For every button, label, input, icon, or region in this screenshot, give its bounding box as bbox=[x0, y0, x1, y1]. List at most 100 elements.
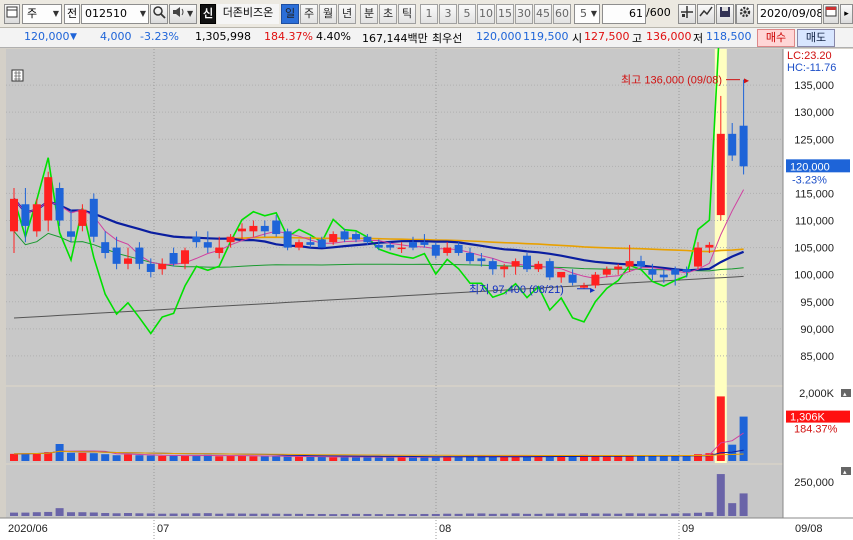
search-icon[interactable] bbox=[150, 4, 168, 24]
amount-bar bbox=[739, 493, 748, 516]
lc-label: LC:23.20 bbox=[787, 50, 832, 62]
panel-settings-icon[interactable] bbox=[11, 69, 24, 82]
amount-bar bbox=[158, 513, 167, 516]
crosshair-icon[interactable] bbox=[678, 4, 696, 24]
amount-bar bbox=[716, 474, 725, 516]
volume-bar bbox=[363, 456, 372, 461]
candle-body bbox=[10, 198, 18, 232]
interval-15-button[interactable]: 15 bbox=[496, 4, 514, 24]
volume-bar bbox=[32, 453, 41, 461]
market-select[interactable]: 전 bbox=[64, 4, 80, 24]
gear-icon[interactable] bbox=[736, 4, 754, 24]
candle-body bbox=[352, 234, 360, 240]
svg-text:▴: ▴ bbox=[843, 468, 847, 476]
x-axis-label: 09 bbox=[682, 523, 694, 535]
candle-body bbox=[386, 244, 395, 248]
period-tick-button[interactable]: 틱 bbox=[398, 4, 416, 24]
amount-bar bbox=[694, 512, 702, 516]
candle-body bbox=[238, 228, 246, 232]
buy-button[interactable]: 매수 bbox=[757, 29, 795, 47]
low-label: 저 bbox=[693, 32, 704, 45]
amount-bar bbox=[295, 513, 303, 516]
period-year-button[interactable]: 년 bbox=[338, 4, 356, 24]
amount-bar bbox=[671, 513, 680, 516]
interval-30-button[interactable]: 30 bbox=[515, 4, 533, 24]
candle-body bbox=[203, 242, 212, 248]
volume-ratio-label: 184.37% bbox=[794, 424, 838, 436]
stock-code-input[interactable]: 012510 ▼ bbox=[81, 4, 149, 24]
chevron-down-icon: ▼ bbox=[139, 9, 146, 18]
price-panel[interactable] bbox=[6, 49, 783, 385]
candle-body bbox=[602, 269, 611, 275]
period-second-button[interactable]: 초 bbox=[379, 4, 397, 24]
stock-chart[interactable]: 135,000 130,000 125,000 120,000 115,000 110,0… bbox=[0, 48, 853, 540]
window-icon[interactable] bbox=[4, 4, 20, 24]
amount-bar bbox=[591, 513, 600, 516]
volume-panel[interactable] bbox=[6, 387, 783, 463]
volume-bar bbox=[158, 455, 167, 461]
speaker-icon[interactable]: ▼ bbox=[169, 4, 197, 24]
amount-bar bbox=[500, 513, 509, 516]
interval-1-button[interactable]: 1 bbox=[420, 4, 438, 24]
volume-bar bbox=[340, 456, 349, 461]
priority-label: 최우선 bbox=[432, 32, 463, 45]
low-annotation: 최저 97,400 (08/21) bbox=[469, 283, 564, 296]
volume-bar bbox=[124, 454, 132, 461]
candle-body bbox=[306, 242, 315, 245]
volume-ratio: 184.37% bbox=[264, 30, 313, 43]
line-chart-icon[interactable] bbox=[697, 4, 715, 24]
interval-10-button[interactable]: 10 bbox=[477, 4, 495, 24]
volume-bar bbox=[135, 455, 144, 461]
volume-bar bbox=[386, 457, 395, 461]
data-count-input[interactable]: 61 bbox=[602, 4, 646, 24]
volume-bar bbox=[409, 457, 417, 461]
period-day-button[interactable]: 일 bbox=[281, 4, 299, 24]
amount-tick-label: 250,000 bbox=[794, 477, 834, 489]
candle-body bbox=[511, 261, 520, 267]
period-select[interactable]: 주 ▼ bbox=[22, 4, 62, 24]
candle-body bbox=[466, 253, 474, 262]
collapse-amount-icon[interactable]: ▴ bbox=[841, 467, 851, 476]
high-label: 고 bbox=[632, 32, 643, 45]
candle-body bbox=[340, 231, 349, 240]
sell-button[interactable]: 매도 bbox=[797, 29, 835, 47]
high-arrow-icon: ▸ bbox=[744, 76, 749, 87]
interval-3-button[interactable]: 3 bbox=[439, 4, 457, 24]
volume-bar bbox=[169, 455, 178, 461]
candle-body bbox=[671, 269, 680, 275]
interval-5-button[interactable]: 5 bbox=[458, 4, 476, 24]
candle-body bbox=[648, 269, 657, 275]
interval-60-button[interactable]: 60 bbox=[553, 4, 571, 24]
amount-bar bbox=[431, 513, 440, 516]
period-minute-button[interactable]: 분 bbox=[360, 4, 378, 24]
candle-body bbox=[682, 269, 691, 272]
more-options-icon[interactable]: ▸ bbox=[840, 4, 853, 24]
candle-body bbox=[580, 285, 588, 288]
amount-panel[interactable] bbox=[6, 465, 783, 518]
volume-bar bbox=[78, 452, 87, 461]
candle-body bbox=[614, 266, 623, 270]
high-annotation: 최고 136,000 (09/08) bbox=[621, 74, 722, 87]
amount-bar bbox=[55, 508, 64, 516]
period-month-button[interactable]: 월 bbox=[319, 4, 337, 24]
candle-body bbox=[545, 261, 554, 278]
open-price: 127,500 bbox=[584, 30, 630, 43]
calendar-icon[interactable] bbox=[823, 4, 839, 24]
amount-bar bbox=[238, 513, 246, 516]
candle-body bbox=[135, 247, 144, 264]
stock-name: 더존비즈온 bbox=[217, 4, 279, 24]
save-icon[interactable] bbox=[716, 4, 734, 24]
period-week-button[interactable]: 주 bbox=[300, 4, 318, 24]
candle-body bbox=[705, 244, 714, 248]
date-input[interactable]: 2020/09/08 bbox=[757, 4, 822, 24]
amount-bar bbox=[705, 512, 714, 516]
collapse-volume-icon[interactable]: ▴ bbox=[841, 389, 851, 398]
amount-bar bbox=[135, 513, 144, 516]
credit-badge: 신 bbox=[200, 4, 216, 24]
best-ask: 120,000 bbox=[476, 30, 522, 43]
amount-bar bbox=[32, 512, 41, 516]
interval-45-button[interactable]: 45 bbox=[534, 4, 552, 24]
amount-bar bbox=[10, 512, 18, 516]
interval-select[interactable]: 5 ▼ bbox=[574, 4, 600, 24]
candle-body bbox=[158, 263, 167, 270]
